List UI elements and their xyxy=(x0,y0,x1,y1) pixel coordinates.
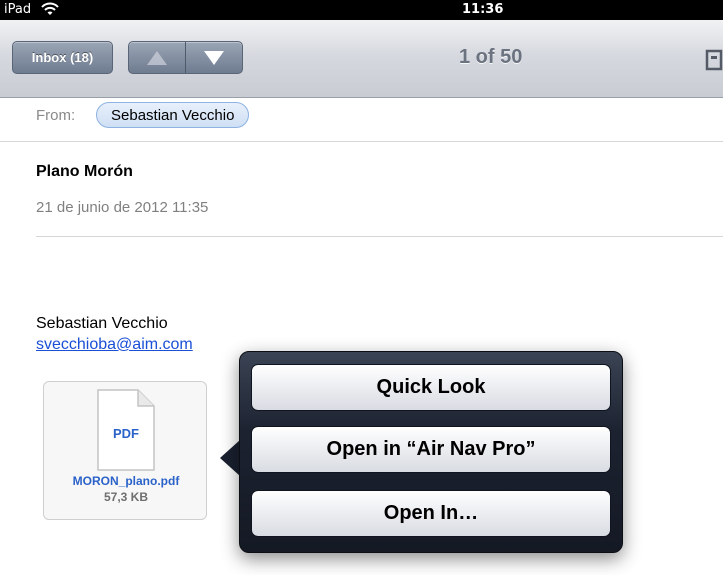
inbox-back-button[interactable]: Inbox (18) xyxy=(12,41,113,74)
attachment-filesize: 57,3 KB xyxy=(103,490,149,504)
carrier-label: iPad xyxy=(4,2,32,17)
status-bar: iPad 11:36 xyxy=(0,0,723,20)
pdf-file-icon: PDF xyxy=(97,389,155,471)
pdf-attachment[interactable]: PDF MORON_plano.pdf 57,3 KB xyxy=(43,381,207,520)
open-in-air-nav-pro-button[interactable]: Open in “Air Nav Pro” xyxy=(251,426,611,473)
pdf-type-label: PDF xyxy=(113,426,139,441)
sender-chip[interactable]: Sebastian Vecchio xyxy=(96,102,250,128)
arrow-down-icon xyxy=(204,50,224,65)
previous-message-button[interactable] xyxy=(129,42,185,73)
message-date: 21 de junio de 2012 11:35 xyxy=(36,199,209,216)
body-sender-email-link[interactable]: svecchioba@aim.com xyxy=(36,336,193,354)
header-divider xyxy=(36,236,723,237)
open-in-button[interactable]: Open In… xyxy=(251,490,611,537)
popover-arrow xyxy=(220,440,240,476)
from-label: From: xyxy=(36,107,76,124)
body-sender-name: Sebastian Vecchio xyxy=(36,315,168,332)
arrow-up-icon xyxy=(147,50,167,65)
quick-look-button[interactable]: Quick Look xyxy=(251,364,611,411)
from-row: From: Sebastian Vecchio xyxy=(0,98,723,142)
wifi-icon xyxy=(41,2,59,15)
folder-move-icon[interactable] xyxy=(705,48,723,72)
message-navigation xyxy=(128,41,243,74)
next-message-button[interactable] xyxy=(185,42,242,73)
message-position: 1 of 50 xyxy=(459,46,523,68)
message-toolbar: Inbox (18) 1 of 50 xyxy=(0,20,723,98)
message-subject: Plano Morón xyxy=(36,163,133,180)
open-with-popover: Quick Look Open in “Air Nav Pro” Open In… xyxy=(239,351,623,553)
status-time: 11:36 xyxy=(462,2,504,17)
attachment-filename: MORON_plano.pdf xyxy=(72,474,180,488)
